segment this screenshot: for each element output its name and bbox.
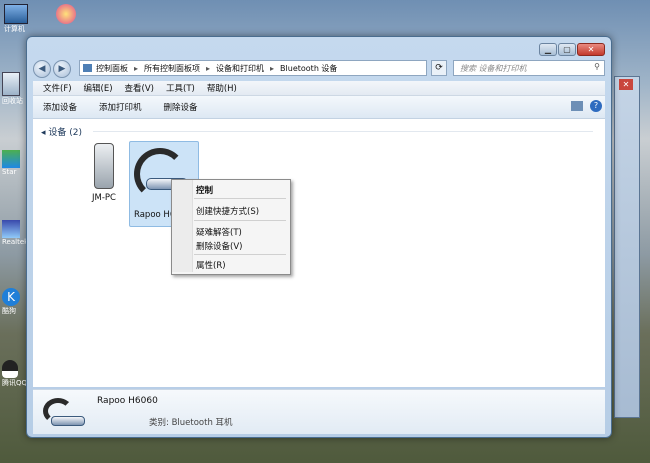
back-button[interactable]: ◀	[33, 60, 51, 78]
menu-separator	[194, 220, 286, 221]
menu-separator	[194, 198, 286, 199]
phone-icon	[94, 143, 114, 189]
details-earpiece-icon	[51, 416, 85, 426]
address-row: ◀ ▶ 控制面板 ▸ 所有控制面板项 ▸ 设备和打印机 ▸ Bluetooth 设备 …	[33, 60, 605, 78]
desktop-icon-label: 酷狗	[2, 307, 16, 315]
address-bar[interactable]: 控制面板 ▸ 所有控制面板项 ▸ 设备和打印机 ▸ Bluetooth 设备	[79, 60, 427, 76]
menu-bar: 文件(F) 编辑(E) 查看(V) 工具(T) 帮助(H)	[33, 81, 605, 96]
context-menu-remove-device[interactable]: 删除设备(V)	[196, 240, 242, 252]
help-icon[interactable]: ?	[590, 100, 602, 112]
search-icon[interactable]: ⚲	[594, 62, 600, 71]
menu-icon-column	[172, 180, 193, 272]
breadcrumb-item[interactable]: 设备和打印机	[216, 63, 264, 74]
device-item-phone[interactable]: JM-PC	[77, 143, 131, 209]
breadcrumb-item[interactable]: 所有控制面板项	[144, 63, 200, 74]
desktop-icon-computer[interactable]: 计算机	[4, 4, 28, 34]
menu-file[interactable]: 文件(F)	[43, 82, 72, 94]
context-menu-control[interactable]: 控制	[196, 184, 213, 196]
minimize-button[interactable]: ▁	[539, 43, 557, 56]
context-menu: 控制 创建快捷方式(S) 疑难解答(T) 删除设备(V) 属性(R)	[171, 179, 291, 275]
breadcrumb-separator: ▸	[134, 63, 139, 73]
device-label: JM-PC	[92, 193, 116, 203]
context-menu-properties[interactable]: 属性(R)	[196, 259, 226, 271]
breadcrumb-separator: ▸	[270, 63, 275, 73]
view-options-icon[interactable]	[571, 101, 583, 111]
desktop-icon-recycle[interactable]: 回收站	[2, 72, 24, 106]
desktop-icon-label: Realtek	[2, 238, 29, 246]
breadcrumb-separator: ▸	[206, 63, 211, 73]
desktop-icon-label: Star	[2, 168, 17, 176]
devices-pane: ◂ 设备 (2) JM-PC Rapoo H60	[33, 119, 605, 387]
group-divider	[93, 131, 593, 132]
group-label: 设备 (2)	[48, 128, 83, 138]
menu-view[interactable]: 查看(V)	[125, 82, 154, 94]
desktop-icon-game[interactable]	[56, 4, 80, 28]
computer-icon	[4, 4, 28, 24]
kugou-icon: K	[2, 288, 20, 306]
maximize-button[interactable]: ▢	[558, 43, 576, 56]
menu-edit[interactable]: 编辑(E)	[84, 82, 113, 94]
search-input[interactable]: 搜索 设备和打印机 ⚲	[453, 60, 605, 76]
recycle-bin-icon	[2, 72, 20, 96]
details-category: 类别: Bluetooth 耳机	[149, 418, 233, 428]
close-icon[interactable]: ✕	[619, 79, 633, 90]
desktop-icon-label: 腾讯QQ	[2, 379, 28, 387]
group-header[interactable]: ◂ 设备 (2)	[41, 125, 82, 138]
menu-separator	[194, 254, 286, 255]
desktop-icon-bluestacks[interactable]: Star	[2, 150, 24, 176]
add-printer-button[interactable]: 添加打印机	[99, 101, 142, 113]
command-bar: 添加设备 添加打印机 删除设备 ?	[33, 96, 605, 119]
details-device-name: Rapoo H6060	[97, 396, 158, 406]
folder-icon	[83, 64, 92, 72]
context-menu-create-shortcut[interactable]: 创建快捷方式(S)	[196, 205, 259, 217]
background-window[interactable]: ✕	[614, 76, 640, 418]
forward-button[interactable]: ▶	[53, 60, 71, 78]
menu-tools[interactable]: 工具(T)	[166, 82, 195, 94]
remove-device-button[interactable]: 删除设备	[164, 101, 198, 113]
search-placeholder: 搜索 设备和打印机	[460, 63, 527, 73]
desktop-icon-label: 计算机	[4, 25, 25, 33]
add-device-button[interactable]: 添加设备	[43, 101, 77, 113]
desktop-icon-realtek[interactable]: Realtek	[2, 220, 29, 246]
details-pane: Rapoo H6060 类别: Bluetooth 耳机	[33, 389, 605, 434]
context-menu-troubleshoot[interactable]: 疑难解答(T)	[196, 226, 242, 238]
desktop-icon-qq[interactable]: 腾讯QQ	[2, 360, 28, 388]
menu-help[interactable]: 帮助(H)	[207, 82, 237, 94]
breadcrumb-item[interactable]: Bluetooth 设备	[280, 63, 337, 74]
breadcrumb-item[interactable]: 控制面板	[96, 63, 128, 74]
audio-icon	[2, 220, 20, 238]
heart-app-icon	[56, 4, 76, 24]
close-button[interactable]: ✕	[577, 43, 605, 56]
app-icon	[2, 150, 20, 168]
desktop-icon-label: 回收站	[2, 97, 23, 105]
refresh-button[interactable]: ⟳	[431, 60, 447, 76]
devices-printers-window[interactable]: ▁ ▢ ✕ ◀ ▶ 控制面板 ▸ 所有控制面板项 ▸ 设备和打印机 ▸ Bluetoo…	[26, 36, 612, 438]
desktop-icon-kugou[interactable]: K 酷狗	[2, 288, 24, 316]
qq-penguin-icon	[2, 360, 18, 378]
